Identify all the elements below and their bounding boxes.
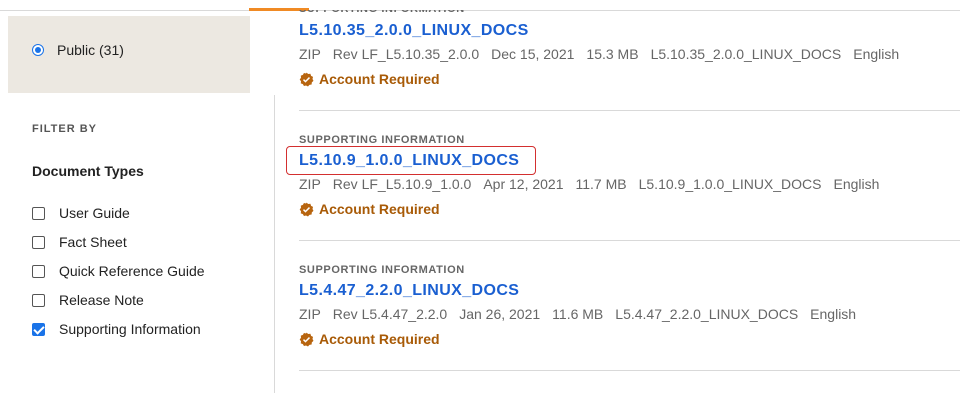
filter-by-heading: FILTER BY (32, 123, 98, 135)
checkbox-label[interactable]: Release Note (59, 292, 144, 308)
checkbox[interactable] (32, 207, 45, 220)
date: Jan 26, 2021 (459, 306, 541, 322)
account-required-label: Account Required (319, 331, 440, 347)
revision: Rev LF_L5.10.35_2.0.0 (332, 46, 480, 62)
language: English (810, 306, 857, 322)
verified-badge-icon (299, 72, 314, 87)
result-category: SUPPORTING INFORMATION (299, 264, 465, 276)
result-title-link[interactable]: L5.10.35_2.0.0_LINUX_DOCS (299, 22, 529, 40)
result-category: SUPPORTING INFORMATION (299, 134, 465, 146)
result-meta: ZIP Rev LF_L5.10.35_2.0.0 Dec 15, 2021 15.3… (299, 46, 911, 62)
file-size: 11.6 MB (552, 306, 604, 322)
sidebar-divider (274, 95, 275, 393)
file-type: ZIP (299, 306, 321, 322)
public-radio-label[interactable]: Public (31) (57, 42, 124, 58)
checkbox-label[interactable]: Fact Sheet (59, 234, 127, 250)
result-category: SUPPORTING INFORMATION (299, 3, 465, 15)
file-name: L5.10.35_2.0.0_LINUX_DOCS (650, 46, 842, 62)
language: English (833, 176, 880, 192)
access-filter-panel (8, 16, 250, 93)
file-type: ZIP (299, 46, 321, 62)
checkbox[interactable] (32, 265, 45, 278)
file-size: 11.7 MB (575, 176, 627, 192)
file-name: L5.4.47_2.2.0_LINUX_DOCS (615, 306, 799, 322)
account-required-label: Account Required (319, 71, 440, 87)
date: Dec 15, 2021 (491, 46, 575, 62)
public-radio[interactable] (32, 44, 44, 56)
revision: Rev L5.4.47_2.2.0 (332, 306, 448, 322)
document-types-heading: Document Types (32, 163, 144, 179)
checkbox-checked[interactable] (32, 323, 45, 336)
verified-badge-icon (299, 332, 314, 347)
result-meta: ZIP Rev L5.4.47_2.2.0 Jan 26, 2021 11.6 MB L… (299, 306, 868, 322)
checkbox[interactable] (32, 236, 45, 249)
result-separator (299, 240, 960, 241)
date: Apr 12, 2021 (483, 176, 564, 192)
highlight-outline (286, 146, 536, 175)
checkbox-label[interactable]: Supporting Information (59, 321, 201, 337)
file-type: ZIP (299, 176, 321, 192)
result-title-link[interactable]: L5.4.47_2.2.0_LINUX_DOCS (299, 282, 519, 300)
result-separator (299, 110, 960, 111)
account-required-label: Account Required (319, 201, 440, 217)
result-meta: ZIP Rev LF_L5.10.9_1.0.0 Apr 12, 2021 11.7 … (299, 176, 891, 192)
checkbox-label[interactable]: Quick Reference Guide (59, 263, 205, 279)
revision: Rev LF_L5.10.9_1.0.0 (332, 176, 472, 192)
checkbox[interactable] (32, 294, 45, 307)
checkbox-label[interactable]: User Guide (59, 205, 130, 221)
language: English (853, 46, 900, 62)
top-border (0, 10, 960, 11)
result-separator (299, 370, 960, 371)
verified-badge-icon (299, 202, 314, 217)
file-size: 15.3 MB (586, 46, 639, 62)
file-name: L5.10.9_1.0.0_LINUX_DOCS (638, 176, 822, 192)
